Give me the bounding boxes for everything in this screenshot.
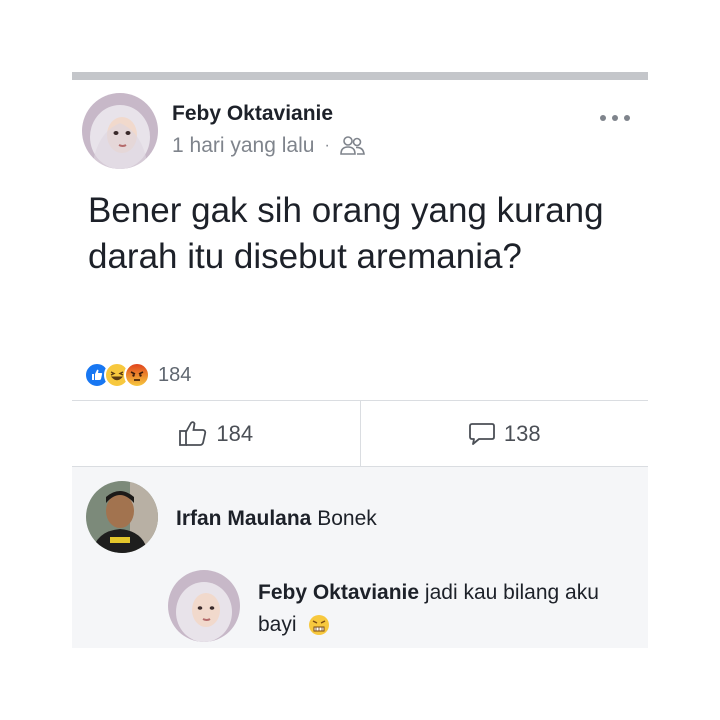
- thumbs-up-icon: [179, 420, 207, 446]
- comment-count: 138: [503, 420, 541, 446]
- reply: Feby Oktavianie jadi kau bilang aku bayi: [258, 577, 638, 641]
- comments-section: Irfan Maulana Bonek Feby Oktavianie jadi…: [72, 467, 648, 648]
- comment-button[interactable]: 138: [361, 401, 649, 466]
- reply-author[interactable]: Feby Oktavianie: [258, 581, 419, 604]
- meta-separator: ·: [324, 137, 330, 154]
- angry-icon: [124, 362, 150, 388]
- comment: Irfan Maulana Bonek: [176, 507, 377, 531]
- comment-bubble-icon: [468, 422, 495, 445]
- like-count: 184: [216, 420, 254, 446]
- comment-author[interactable]: Irfan Maulana: [176, 507, 311, 530]
- post-time[interactable]: 1 hari yang lalu: [172, 134, 314, 158]
- action-bar: 184 138: [72, 401, 648, 466]
- comment-text: Bonek: [317, 507, 377, 530]
- friends-icon: [339, 135, 366, 157]
- post-meta: 1 hari yang lalu ·: [172, 134, 366, 158]
- reactions-summary[interactable]: 184: [84, 360, 191, 390]
- post-author-name[interactable]: Feby Oktavianie: [172, 102, 333, 126]
- reaction-count: 184: [158, 363, 192, 386]
- commenter-avatar[interactable]: [86, 481, 158, 553]
- like-button[interactable]: 184: [72, 401, 360, 466]
- post-text: Bener gak sih orang yang kurang darah it…: [88, 191, 604, 276]
- more-options-icon[interactable]: [598, 110, 632, 121]
- post-card: Feby Oktavianie 1 hari yang lalu · Bener…: [72, 72, 648, 648]
- angry-face-emoji-icon: [308, 614, 330, 636]
- author-avatar[interactable]: [82, 93, 158, 169]
- reply-author-avatar[interactable]: [168, 570, 240, 642]
- top-bar: [72, 72, 648, 80]
